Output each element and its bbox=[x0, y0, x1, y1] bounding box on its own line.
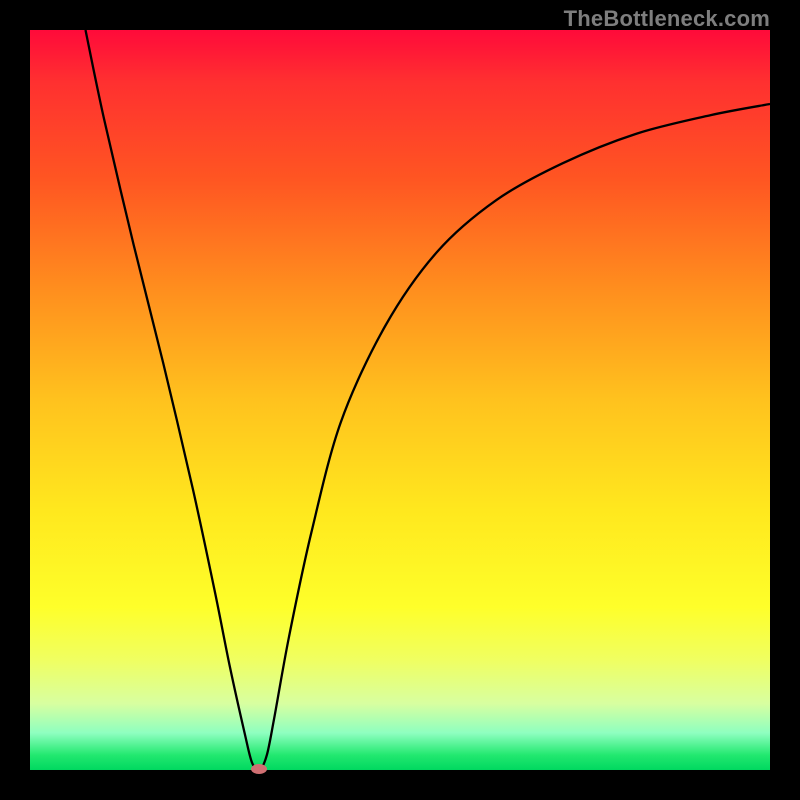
bottleneck-curve bbox=[86, 30, 771, 770]
curve-layer bbox=[30, 30, 770, 770]
watermark-text: TheBottleneck.com bbox=[564, 6, 770, 32]
minimum-marker bbox=[251, 764, 267, 774]
chart-container: TheBottleneck.com bbox=[0, 0, 800, 800]
